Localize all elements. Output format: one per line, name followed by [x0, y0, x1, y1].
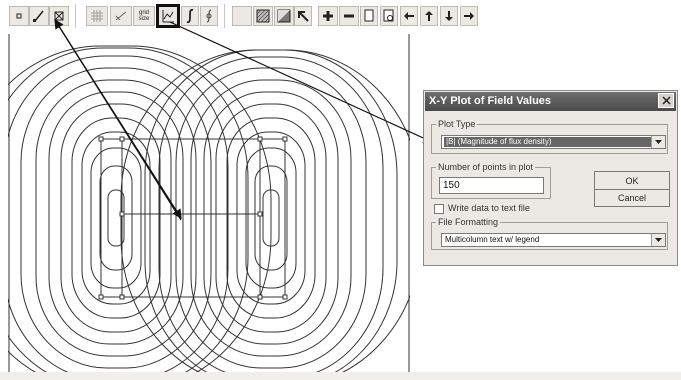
hatched-box-icon [256, 9, 270, 23]
chevron-down-icon[interactable] [651, 234, 665, 246]
node-point[interactable] [257, 294, 263, 300]
area-icon [54, 11, 64, 21]
file-formatting-select[interactable]: Multicolumn text w/ legend [441, 233, 666, 247]
field-contour [8, 47, 249, 374]
xy-plot-button[interactable] [156, 4, 180, 28]
point-icon [16, 13, 22, 19]
contour-plot [8, 34, 410, 374]
left-contour-group [8, 45, 272, 374]
pan-left-button[interactable] [400, 6, 418, 26]
dialog-close-button[interactable] [658, 93, 674, 108]
field-contour [99, 165, 133, 271]
dialog-title: X-Y Plot of Field Values [425, 92, 676, 111]
file-formatting-group: File Formatting Multicolumn text w/ lege… [431, 216, 668, 250]
pan-down-button[interactable] [440, 6, 458, 26]
file-formatting-value: Multicolumn text w/ legend [445, 235, 540, 244]
node-point[interactable] [257, 136, 263, 142]
toolbar: grid size [0, 0, 681, 34]
points-label: Number of points in plot [436, 161, 536, 173]
points-input[interactable]: 150 [439, 177, 544, 194]
plus-icon [323, 11, 333, 21]
zoom-window-button[interactable] [380, 6, 398, 26]
block-integral-button[interactable] [200, 6, 218, 26]
node-point[interactable] [282, 136, 288, 142]
cancel-button[interactable]: Cancel [594, 189, 670, 207]
field-contour [8, 45, 272, 374]
field-contour [35, 79, 197, 357]
grid-icon [91, 10, 103, 22]
page-icon [364, 9, 374, 22]
write-data-checkbox[interactable] [434, 204, 444, 214]
snap-icon [115, 11, 127, 21]
toolbar-separator [224, 4, 225, 28]
node-point[interactable] [119, 211, 125, 217]
integral-icon [186, 8, 194, 24]
clear-box-button[interactable] [274, 6, 294, 26]
plot-type-label: Plot Type [436, 118, 478, 130]
show-grid-button[interactable] [86, 6, 108, 26]
select-box-button[interactable] [253, 6, 273, 26]
zoom-in-button[interactable] [318, 6, 338, 26]
pan-right-button[interactable] [460, 6, 478, 26]
pan-up-button[interactable] [420, 6, 438, 26]
pointer-button[interactable] [294, 6, 312, 26]
field-contour [60, 103, 172, 333]
plot-type-group: Plot Type |B| (Magnitude of flux density… [431, 118, 668, 154]
arrow-left-icon [404, 12, 414, 20]
chevron-down-icon[interactable] [651, 136, 665, 148]
xy-plot-icon [162, 10, 174, 23]
field-contour [48, 91, 184, 345]
minus-icon [344, 14, 354, 18]
xy-plot-dialog: X-Y Plot of Field Values Plot Type |B| (… [423, 90, 678, 266]
region-outline [100, 138, 286, 298]
status-strip [0, 372, 681, 380]
node-point[interactable] [98, 294, 104, 300]
contour-line-icon [33, 10, 44, 22]
zoom-out-button[interactable] [339, 6, 359, 26]
arrow-right-icon [464, 12, 474, 20]
file-formatting-label: File Formatting [436, 216, 501, 228]
node-points [98, 136, 288, 300]
node-point[interactable] [119, 294, 125, 300]
area-mode-button[interactable] [49, 6, 69, 26]
coil-outlines [100, 138, 286, 298]
write-data-label: Write data to text file [448, 203, 530, 213]
ok-button[interactable]: OK [594, 171, 670, 191]
close-icon [661, 96, 671, 105]
left-coil-outline [100, 138, 123, 298]
field-contour [90, 147, 142, 289]
arrow-down-icon [445, 11, 453, 21]
zoom-natural-button[interactable] [360, 6, 378, 26]
right-coil-outline [259, 138, 286, 298]
toolbar-separator [75, 4, 76, 28]
node-point[interactable] [119, 136, 125, 142]
node-point[interactable] [98, 136, 104, 142]
arrow-up-icon [425, 11, 433, 21]
blank-button[interactable] [232, 6, 252, 26]
magnify-page-icon [383, 9, 394, 22]
field-contour [81, 131, 151, 305]
plot-type-value: |B| (Magnitude of flux density) [444, 137, 651, 147]
line-mode-button[interactable] [29, 6, 49, 26]
diagonal-box-icon [277, 9, 291, 23]
block-integral-icon [206, 9, 212, 23]
node-point[interactable] [282, 294, 288, 300]
grid-size-button[interactable]: grid size [133, 6, 155, 26]
snap-grid-button[interactable] [110, 6, 132, 26]
field-plot-view[interactable] [8, 34, 410, 374]
node-point[interactable] [257, 211, 263, 217]
arrow-pointer-icon [298, 11, 309, 22]
point-mode-button[interactable] [9, 6, 29, 26]
integrate-button[interactable] [181, 6, 199, 26]
grid-size-label: grid size [138, 10, 150, 22]
plot-type-select[interactable]: |B| (Magnitude of flux density) [441, 135, 666, 149]
